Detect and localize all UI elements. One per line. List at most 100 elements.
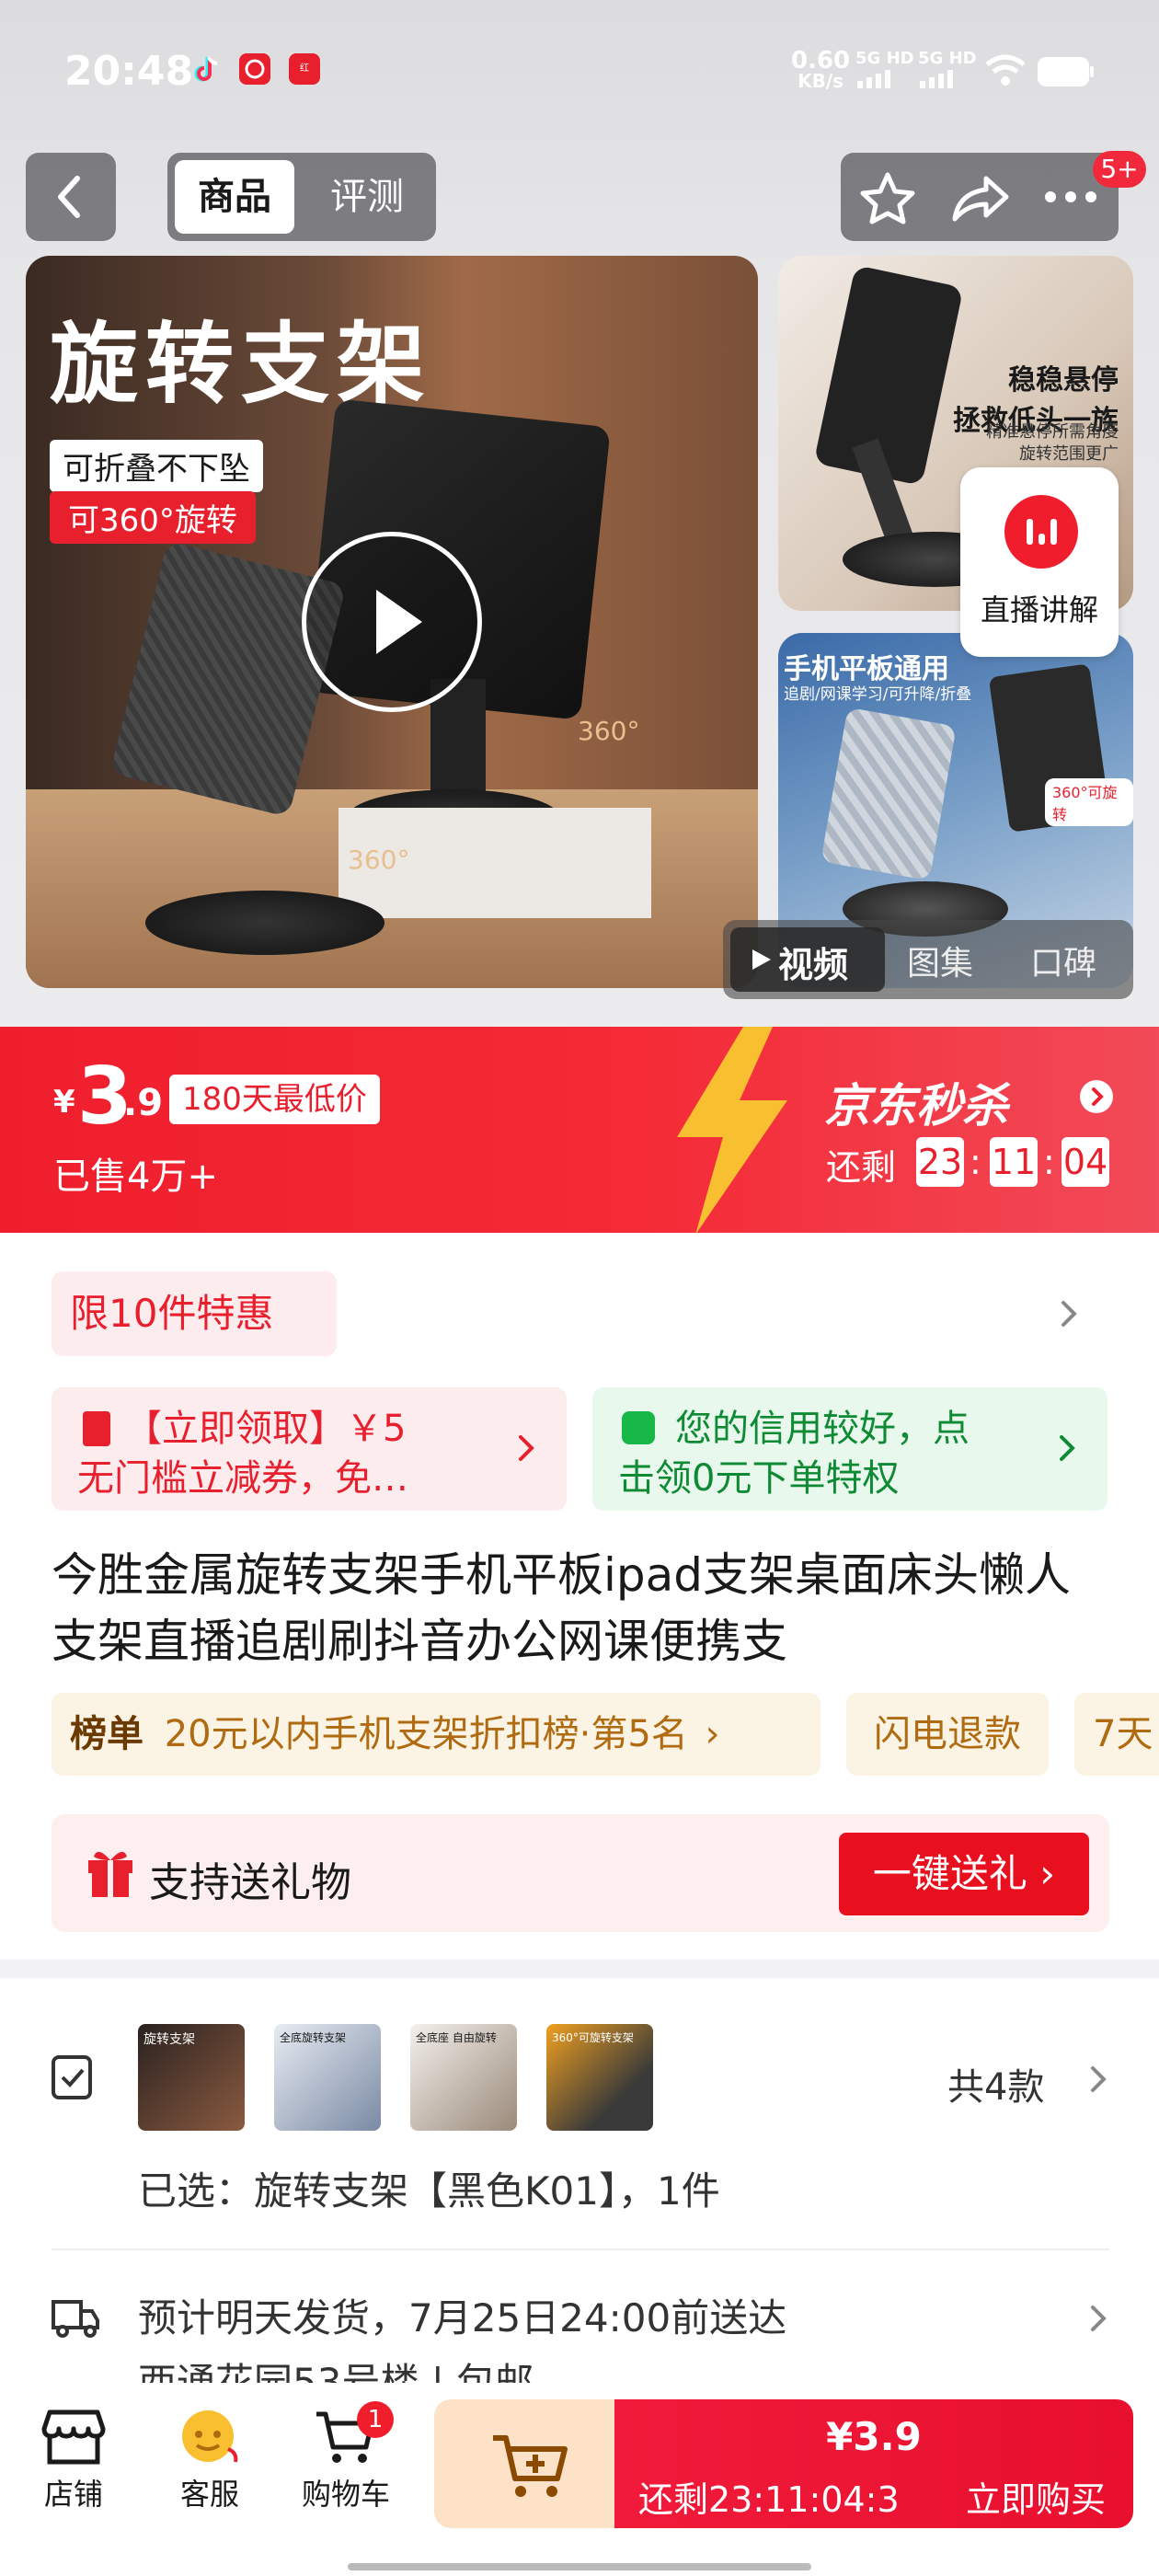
tiktok-icon [191,53,223,85]
buy-price: ¥3.9 [826,2414,922,2459]
netease-music-icon [239,53,270,85]
shipping-address[interactable]: 西通花园53号楼 | 包邮 [138,2352,534,2383]
chevron-right-icon[interactable] [1085,2063,1109,2096]
signal-1: 5G HD [855,50,914,88]
sold-count: 已售4万+ [53,1156,218,1198]
live-explain-button[interactable]: 直播讲解 [960,467,1119,657]
price-dec: .9 [123,1082,164,1124]
flash-sale-banner[interactable]: ¥ 3 .9 180天最低价 已售4万+ 京东秒杀 还剩 23 : 11 : 0… [0,1027,1159,1235]
shipping-estimate[interactable]: 预计明天发货，7月25日24:00前送达 [138,2287,786,2343]
tab-reviews[interactable]: 口碑 [1030,937,1096,984]
colon-1: : [970,1142,981,1182]
variant-count[interactable]: 共4款 [947,2057,1044,2110]
gift-button[interactable]: 一键送礼 › [839,1833,1089,1915]
store-icon [41,2409,106,2465]
gift-button-label: 一键送礼 [872,1851,1027,1896]
lightning-icon [659,1027,797,1235]
side1-line1: 稳稳悬停 [1008,364,1119,397]
chevron-right-icon [1060,1435,1075,1461]
chevron-right-icon [519,1435,534,1461]
tab-gallery[interactable]: 图集 [907,937,973,984]
credit-text: 您的信用较好，点 击领0元下单特权 [618,1404,1060,1503]
sku-icon [50,2053,98,2103]
add-to-cart-button[interactable] [434,2399,627,2528]
divider [52,2248,1109,2250]
signal-bars-icon [920,70,953,88]
cart-label: 购物车 [301,2477,390,2512]
side1-line3: 精准悬停所需角度 [986,422,1119,442]
limited-offer-chip[interactable]: 限10件特惠 [52,1271,337,1356]
header-actions [841,153,1119,241]
tab-product[interactable]: 商品 [175,160,294,234]
chevron-right-icon[interactable] [1085,2302,1109,2335]
coupon-text: 【立即领取】￥5 无门槛立减券，免… [77,1404,519,1503]
battery-icon [1038,57,1095,86]
colon-2: : [1043,1142,1055,1182]
tab-video-label: 视频 [778,945,849,985]
service-label: 客服 [179,2477,239,2512]
tab-video[interactable]: 视频 [730,927,885,992]
variant-thumb-1[interactable]: 旋转支架 [138,2024,245,2131]
flash-sale-brand: 京东秒杀 [824,1079,1008,1133]
countdown-hours: 23 [916,1137,964,1187]
variant-thumb-3[interactable]: 全底座 自由旋转 [410,2024,517,2131]
live-label: 直播讲解 [980,592,1098,627]
back-button[interactable] [26,153,116,241]
coupon-card[interactable]: 【立即领取】￥5 无门槛立减券，免… [52,1387,567,1511]
store-label: 店铺 [43,2477,103,2512]
rank-text: 20元以内手机支架折扣榜·第5名 [164,1713,688,1755]
coupon-line1: 【立即领取】￥5 [125,1408,407,1450]
home-indicator[interactable] [348,2563,811,2570]
media-tabs: 视频 图集 口碑 [723,920,1133,999]
tag-7day[interactable]: 7天 [1074,1693,1159,1776]
net-speed-unit: KB/s [798,70,844,92]
gift-row: 支持送礼物 一键送礼 › [52,1814,1109,1932]
live-icon [1004,495,1078,569]
watermark: 爱吃不胖 [471,1240,596,1277]
side2-holder-shape [820,707,957,881]
net-speed-value: 0.60 [791,47,851,75]
countdown-seconds: 04 [1061,1137,1109,1187]
favorite-button[interactable] [854,169,922,224]
customer-service-button[interactable]: 客服 [145,2399,274,2513]
xiaohongshu-icon: 红 [289,53,320,85]
play-icon [376,590,422,654]
ranking-chip[interactable]: 榜单 20元以内手机支架折扣榜·第5名 › [52,1693,820,1776]
variant-thumb-4[interactable]: 360°可旋转支架 [546,2024,653,2131]
rank-label: 榜单 [70,1713,143,1755]
buy-countdown: 还剩23:11:04:3 [638,2479,900,2520]
gift-icon [88,1851,132,1897]
chevron-right-icon[interactable] [1054,1297,1082,1330]
header-tabs: 商品 评测 [167,153,436,241]
remaining-label: 还剩 [826,1147,897,1188]
chevron-right-icon: › [705,1713,720,1755]
credit-card[interactable]: 您的信用较好，点 击领0元下单特权 [592,1387,1107,1511]
countdown-minutes: 11 [990,1137,1038,1187]
buy-now-button[interactable]: ¥3.9 还剩23:11:04:3 立即购买 [614,2399,1133,2528]
product-title[interactable]: 今胜金属旋转支架手机平板ipad支架桌面床头懒人支架直播追剧刷抖音办公网课便携支 [52,1542,1109,1674]
variant-thumb-2[interactable]: 全底旋转支架 [274,2024,381,2131]
price-currency: ¥ [53,1084,75,1121]
credit-line1: 您的信用较好，点 [675,1408,970,1450]
selected-variant[interactable]: 已选：旋转支架【黑色K01】，1件 [138,2160,720,2216]
small-stand-base [145,891,384,955]
more-badge: 5+ [1093,151,1146,188]
side2-sub: 追剧/网课学习/可升降/折叠 [784,685,972,704]
play-small-icon [752,949,771,970]
main-image-title: 旋转支架 [50,313,432,416]
signal-bars-icon [857,70,890,88]
store-button[interactable]: 店铺 [9,2399,138,2513]
tag-flash-refund[interactable]: 闪电退款 [846,1693,1049,1776]
degree-label-1: 360° [578,716,640,746]
share-button[interactable] [946,169,1014,224]
wifi-icon [984,53,1027,86]
main-product-image[interactable]: 旋转支架 可折叠不下坠 可360°旋转 360° 360° [26,256,758,988]
tab-review[interactable]: 评测 [307,160,427,234]
play-button[interactable] [302,532,482,712]
buy-label: 立即购买 [966,2479,1107,2520]
side1-phone-shape [813,264,964,487]
signal-1-label: 5G HD [855,49,914,68]
star-icon [860,172,915,224]
side1-line4: 旋转范围更广 [1019,444,1119,464]
signal-2-label: 5G HD [918,49,977,68]
